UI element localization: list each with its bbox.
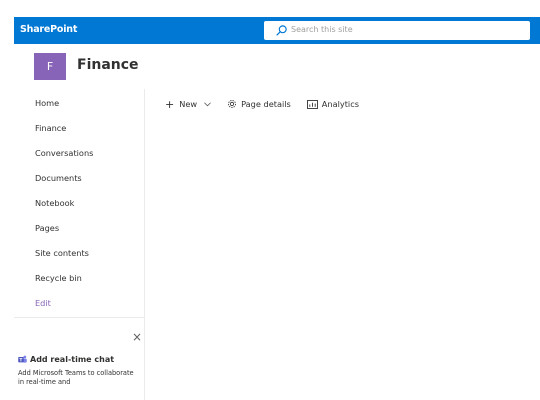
search-icon (276, 25, 287, 36)
nav-item-pages[interactable]: Pages (35, 223, 59, 233)
search-input[interactable]: Search this site (291, 25, 353, 34)
nav-item-documents[interactable]: Documents (35, 173, 82, 183)
nav-item-notebook[interactable]: Notebook (35, 198, 74, 208)
analytics-icon (306, 99, 318, 109)
nav-item-site-contents[interactable]: Site contents (35, 248, 89, 258)
teams-icon: T (18, 355, 27, 363)
nav-item-conversations[interactable]: Conversations (35, 148, 93, 158)
chevron-down-icon (204, 101, 211, 106)
analytics-label: Analytics (321, 99, 359, 109)
gear-icon (228, 100, 236, 108)
command-bar: + New Page details Analytics (165, 97, 359, 111)
page-details-label: Page details (241, 99, 291, 109)
site-header: F Finance (14, 44, 540, 89)
nav-item-home[interactable]: Home (35, 98, 59, 108)
teams-chat-card: × T Add real-time chat Add Microsoft Tea… (14, 317, 144, 400)
plus-icon: + (165, 97, 175, 111)
nav-item-finance[interactable]: Finance (35, 123, 66, 133)
site-title[interactable]: Finance (77, 57, 139, 73)
close-icon[interactable]: × (132, 330, 142, 344)
nav-item-recycle-bin[interactable]: Recycle bin (35, 273, 82, 283)
new-button-label: New (179, 99, 198, 109)
nav-edit-link[interactable]: Edit (35, 298, 51, 308)
teams-card-title[interactable]: Add real-time chat (30, 355, 114, 364)
site-logo[interactable]: F (34, 53, 66, 80)
site-logo-letter: F (46, 60, 54, 73)
left-navigation: Home Finance Conversations Documents Not… (14, 89, 145, 400)
search-box[interactable]: Search this site (264, 21, 530, 40)
teams-card-header: T Add real-time chat (18, 355, 114, 364)
new-button[interactable]: + New (165, 99, 211, 110)
teams-card-description: Add Microsoft Teams to collaborate in re… (18, 369, 134, 386)
analytics-button[interactable]: Analytics (306, 99, 359, 109)
app-brand[interactable]: SharePoint (20, 24, 77, 35)
suite-bar: SharePoint Search this site (14, 17, 540, 44)
page-details-button[interactable]: Page details (227, 99, 291, 109)
